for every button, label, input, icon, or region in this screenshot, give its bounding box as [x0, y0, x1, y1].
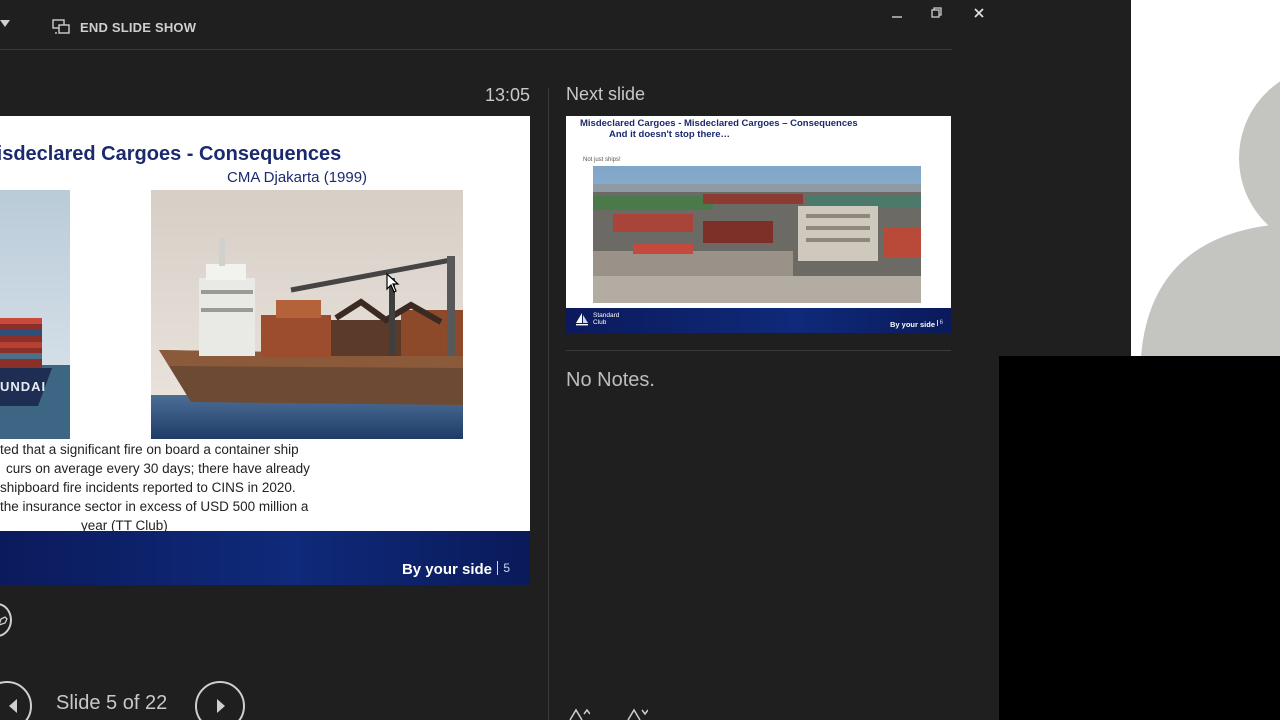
- slide-subtitle: CMA Djakarta (1999): [227, 169, 368, 186]
- previous-slide-button[interactable]: [0, 681, 32, 720]
- video-participant-tile: [1131, 0, 1280, 356]
- decrease-font-icon[interactable]: [626, 708, 648, 720]
- close-icon: [974, 8, 984, 18]
- standard-club-logo: Standard Club: [575, 312, 619, 326]
- mouse-pointer-icon: [386, 273, 400, 293]
- slide-body-text: ted that a significant fire on board a c…: [0, 440, 336, 535]
- elapsed-timer[interactable]: 13:05: [470, 85, 530, 106]
- container-ship-photo: UNDAI: [0, 190, 70, 439]
- logo-text-line-1: Standard: [593, 312, 620, 319]
- blank-video-area: [999, 356, 1280, 720]
- restore-button[interactable]: [924, 4, 950, 22]
- slide-footer: By your side 5: [0, 531, 530, 585]
- end-slide-show-button[interactable]: END SLIDE SHOW: [52, 14, 196, 40]
- next-slide-footer-tagline: By your side: [889, 320, 935, 329]
- end-slide-show-label: END SLIDE SHOW: [80, 19, 197, 35]
- body-line: the insurance sector in excess of USD 50…: [0, 499, 309, 514]
- logo-text-line-2: Club: [593, 319, 607, 326]
- body-line: ted that a significant fire on board a c…: [0, 442, 299, 457]
- close-button[interactable]: [966, 4, 992, 22]
- slide-counter[interactable]: Slide 5 of 22: [56, 692, 167, 715]
- ship-hull-label: UNDAI: [0, 379, 47, 394]
- pen-icon: [0, 616, 8, 626]
- footer-tagline: By your side: [401, 561, 492, 578]
- next-slide-subtitle: And it doesn't stop there…: [609, 129, 731, 140]
- dropdown-arrow-icon[interactable]: [0, 20, 10, 27]
- slide-title: Misdeclared Cargoes - Consequences: [0, 143, 341, 166]
- next-slide-title: Misdeclared Cargoes - Misdeclared Cargoe…: [580, 118, 858, 129]
- toolbar-divider: [0, 49, 952, 50]
- burnt-ship-photo: [151, 190, 463, 439]
- next-slide-caption: Not just ships!: [583, 157, 621, 163]
- body-line: shipboard fire incidents reported to CIN…: [0, 480, 296, 495]
- current-slide[interactable]: Misdeclared Cargoes - Consequences CMA D…: [0, 116, 530, 585]
- restore-icon: [931, 7, 942, 18]
- minimize-icon: [892, 16, 902, 18]
- presenter-display-icon: [52, 19, 70, 34]
- minimize-button[interactable]: [884, 4, 910, 22]
- pen-tool-button[interactable]: [0, 603, 12, 637]
- footer-slide-number: 5: [497, 561, 510, 575]
- next-slide-heading: Next slide: [566, 84, 646, 104]
- presenter-toolbar: END SLIDE SHOW: [0, 0, 1000, 50]
- pane-splitter[interactable]: [548, 88, 549, 720]
- next-slide-preview[interactable]: Misdeclared Cargoes - Misdeclared Cargoe…: [566, 116, 951, 333]
- notes-splitter[interactable]: [566, 350, 951, 351]
- increase-font-icon[interactable]: [568, 708, 590, 720]
- next-slide-footer-number: 6: [936, 320, 943, 326]
- slide-title-text: Misdeclared Cargoes - Consequences: [0, 143, 342, 165]
- speaker-notes[interactable]: No Notes.: [566, 369, 655, 392]
- next-slide-footer: Standard Club By your side 6: [566, 308, 951, 333]
- next-arrow-icon: [217, 699, 225, 713]
- port-explosion-photo: [593, 166, 921, 303]
- sail-logo-icon: [576, 313, 588, 326]
- avatar-placeholder-icon: [1141, 81, 1280, 356]
- body-line: curs on average every 30 days; there hav…: [6, 461, 310, 476]
- previous-arrow-icon: [9, 699, 17, 713]
- notes-font-tools: [568, 708, 648, 720]
- next-slide-button[interactable]: [195, 681, 245, 720]
